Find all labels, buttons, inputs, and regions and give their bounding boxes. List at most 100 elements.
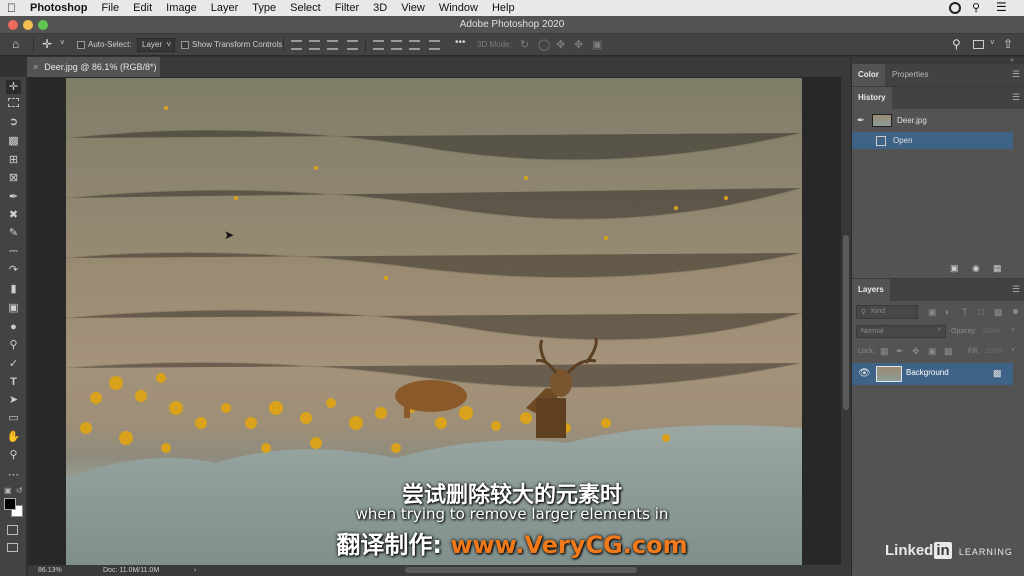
brush-tool-icon[interactable]: ✎ [6,226,21,240]
layer-name[interactable]: Background [906,368,949,377]
3d-pan-icon[interactable]: ✥ [556,38,565,51]
more-options-icon[interactable]: ••• [455,37,466,49]
align-horizontal-center-icon[interactable] [391,40,402,50]
eraser-tool-icon[interactable]: ▮ [6,282,21,296]
lasso-tool-icon[interactable]: ➲ [6,115,21,129]
document-tab[interactable]: × Deer.jpg @ 86.1% (RGB/8*) [27,57,160,77]
tab-history[interactable]: History [852,87,892,109]
show-transform-checkbox[interactable] [181,41,189,49]
menu-layer[interactable]: Layer [204,0,246,16]
hand-tool-icon[interactable]: ✋ [6,430,21,444]
align-bottom-icon[interactable] [327,40,338,50]
3d-orbit-icon[interactable]: ↻ [520,38,529,51]
tab-close-icon[interactable]: × [33,62,38,72]
chevron-down-icon[interactable]: ˅ [1011,347,1015,354]
new-document-from-state-icon[interactable]: ▣ [950,263,959,274]
move-tool-icon[interactable]: ✛ [42,37,52,51]
search-icon[interactable]: ⚲ [972,1,980,14]
visibility-eye-icon[interactable]: 👁 [858,368,871,379]
filter-adjustment-icon[interactable]: ◐ [945,307,950,317]
layer-row-background[interactable]: 👁 Background ▩ [852,363,1013,385]
align-vertical-center-icon[interactable] [309,40,320,50]
zoom-tool-icon[interactable]: ⚲ [6,448,21,462]
frame-tool-icon[interactable]: ⊠ [6,171,21,185]
3d-roll-icon[interactable]: ◯ [538,38,550,51]
status-menu-arrow[interactable]: › [194,565,196,576]
3d-scale-icon[interactable]: ▣ [592,38,602,51]
panel-menu-icon[interactable]: ☰ [1012,92,1020,103]
history-brush-tool-icon[interactable]: ↷ [6,263,21,277]
crop-tool-icon[interactable]: ⊞ [6,153,21,167]
home-icon[interactable]: ⌂ [12,37,19,51]
fill-value[interactable]: 100% [985,348,1003,355]
collapse-panels-icon[interactable]: » [1010,57,1014,64]
lock-image-icon[interactable]: ✒ [896,346,904,357]
dodge-tool-icon[interactable]: ⚲ [6,338,21,352]
lock-all-icon[interactable]: ▩ [944,346,953,357]
eyedropper-tool-icon[interactable]: ✒ [6,190,21,204]
menu-image[interactable]: Image [159,0,204,16]
filter-shape-icon[interactable]: □ [978,307,983,317]
history-brush-source-icon[interactable]: ✒ [857,112,865,129]
distribute-icon[interactable] [347,40,358,50]
opacity-value[interactable]: 100% [982,328,1000,335]
vertical-scroll-thumb[interactable] [843,235,849,410]
menu-edit[interactable]: Edit [126,0,159,16]
chevron-down-icon[interactable]: ˅ [1011,327,1015,334]
camera-icon[interactable]: ◉ [972,263,980,274]
menu-filter[interactable]: Filter [328,0,366,16]
search-icon[interactable]: ⚲ [952,37,961,51]
workspace-icon[interactable] [973,40,984,49]
share-icon[interactable]: ⇧ [1003,37,1013,51]
menu-help[interactable]: Help [485,0,522,16]
app-menu[interactable]: Photoshop [23,0,94,16]
tab-properties[interactable]: Properties [886,64,934,86]
align-right-icon[interactable] [409,40,420,50]
align-top-icon[interactable] [291,40,302,50]
panel-menu-icon[interactable]: ☰ [1012,69,1020,80]
healing-brush-tool-icon[interactable]: ✖ [6,208,21,222]
menu-select[interactable]: Select [283,0,328,16]
tab-color[interactable]: Color [852,64,885,86]
creative-cloud-icon[interactable] [949,2,961,14]
menu-3d[interactable]: 3D [366,0,394,16]
filter-pixel-icon[interactable]: ▣ [928,307,937,318]
menu-window[interactable]: Window [432,0,485,16]
3d-slide-icon[interactable]: ✥ [574,38,583,51]
chevron-down-icon[interactable]: ˅ [60,38,65,47]
filter-smart-object-icon[interactable]: ▩ [994,307,1003,318]
apple-menu-icon[interactable]:  [0,0,23,16]
filter-toggle-icon[interactable] [1013,309,1018,314]
blend-mode-dropdown[interactable]: Normal ˅ [856,325,946,338]
menu-file[interactable]: File [94,0,126,16]
menu-type[interactable]: Type [245,0,283,16]
type-tool-icon[interactable]: T [6,375,21,389]
panel-menu-icon[interactable]: ☰ [1012,284,1020,295]
lock-artboard-icon[interactable]: ▣ [928,346,937,357]
align-left-icon[interactable] [373,40,384,50]
layer-filter-kind[interactable]: ⚲ Kind [856,305,918,319]
gradient-tool-icon[interactable]: ▣ [6,301,21,315]
move-tool-icon[interactable]: ✛ [6,80,21,94]
distribute-horizontal-icon[interactable] [429,40,440,50]
chevron-down-icon[interactable]: ˅ [990,38,995,47]
auto-select-dropdown[interactable]: Layer ˅ [137,38,175,52]
zoom-level[interactable]: 86.13% [38,565,62,576]
horizontal-scroll-thumb[interactable] [405,567,637,573]
history-state-row[interactable]: Open [852,132,1013,149]
lock-position-icon[interactable]: ✥ [912,346,920,357]
rectangle-tool-icon[interactable]: ▭ [6,411,21,425]
filter-type-icon[interactable]: T [962,307,968,317]
menu-view[interactable]: View [394,0,432,16]
lock-transparent-icon[interactable]: ▦ [880,346,889,357]
tab-layers[interactable]: Layers [852,279,890,301]
path-selection-tool-icon[interactable]: ➤ [6,393,21,407]
history-snapshot-row[interactable]: ✒ Deer.jpg [852,112,1013,129]
menu-list-icon[interactable]: ☰ [996,0,1007,14]
trash-icon[interactable]: ▦ [993,263,1002,274]
marquee-tool-icon[interactable] [8,98,19,107]
blur-tool-icon[interactable]: ● [6,320,21,334]
clone-stamp-tool-icon[interactable]: ⎓ [6,244,21,258]
auto-select-checkbox[interactable] [77,41,85,49]
pen-tool-icon[interactable]: ✓ [6,357,21,371]
